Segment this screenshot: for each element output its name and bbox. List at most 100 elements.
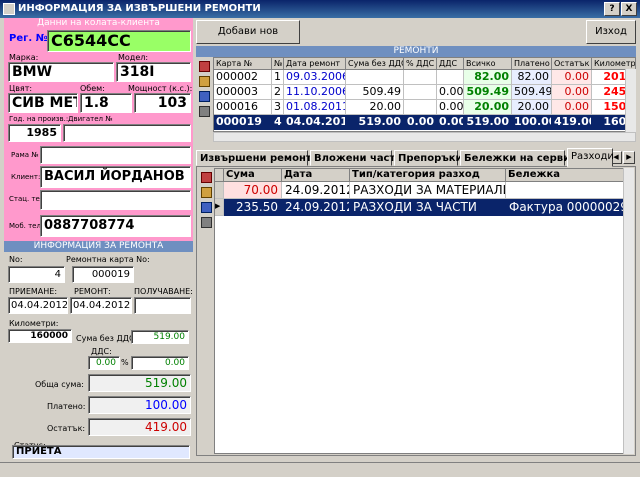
status-bar [0,462,640,477]
tab-scroll-right-icon[interactable]: ▶ [623,151,635,164]
print-expense-icon[interactable] [201,217,212,228]
repairs-cell: 000016 [214,100,272,115]
frame-field[interactable] [40,146,191,164]
exit-button[interactable]: Изход [586,20,636,44]
first-record-icon[interactable] [199,61,210,72]
copy-expense-icon[interactable] [201,187,212,198]
brand-field[interactable]: BMW [8,62,114,82]
rest-amount-field[interactable]: 419.00 [88,418,191,436]
repairs-scrollbar[interactable] [625,69,636,132]
expenses-cell: 235.50 [224,199,282,216]
repair-card-field[interactable]: 000019 [72,266,134,283]
repairs-hscrollbar[interactable] [213,132,636,142]
total-amount-field[interactable]: 519.00 [88,374,191,392]
vat-percent-field[interactable]: 0.00 [88,356,120,370]
net-label: Сума без ДДС: [76,334,138,343]
repairs-col-header[interactable]: Карта № [214,58,272,70]
repairs-cell: 0.00 [552,100,592,115]
repairs-table-row[interactable]: 000016 3 01.08.2011 20.00 0.00 20.00 20.00 0.00… [214,100,635,115]
repairs-col-header[interactable]: Сума без ДДС [346,58,404,70]
percent-sign: % [121,358,129,367]
repairs-table-row[interactable]: 000003 2 11.10.2006 509.49 0.00 509.49 509.49 0… [214,85,635,100]
repairs-header: РЕМОНТИ [196,46,636,57]
repairs-cell: 509.49 [464,85,512,100]
mobile-field[interactable]: 0887708774 [40,215,191,237]
client-section: Рег. № С6544СС Марка: Модел: BMW 318I Цв… [4,29,193,241]
volume-field[interactable]: 1.8 [80,93,132,113]
repairs-cell [346,70,404,85]
repairs-cell: 419.00 [552,115,592,130]
repairs-cell: 82.00 [512,70,552,85]
expenses-col-header[interactable]: Сума [224,169,282,182]
model-label: Модел: [118,53,149,62]
status-field[interactable]: ПРИЕТА [12,445,190,459]
expenses-cell: 70.00 [224,182,282,199]
close-window-button[interactable]: X [621,2,637,16]
power-field[interactable]: 103 [134,93,191,113]
expenses-cell: Фактура 0000002982 [506,199,633,216]
copy-record-icon[interactable] [199,76,210,87]
tab-4[interactable]: Бележки на сервиза [460,150,583,166]
expenses-col-header[interactable]: Дата [282,169,350,182]
tab-5[interactable]: Разходи [567,148,614,167]
help-button[interactable]: ? [604,2,620,16]
expenses-indicator-header [215,169,224,182]
repairs-table-row[interactable]: 000019404.04.2012519.000.000.00519.00100… [214,115,635,130]
phone-field[interactable] [40,190,191,210]
repairs-col-header[interactable]: Остатък [552,58,592,70]
tab-2[interactable]: Вложени части [310,150,402,166]
repairs-col-header[interactable]: Платено [512,58,552,70]
swap-record-icon[interactable] [199,91,210,102]
expenses-col-header[interactable]: Тип/категория разход [350,169,506,182]
add-repair-button[interactable]: Добави нов ремонт [196,20,300,59]
frame-label: Рама № [11,151,39,159]
repairs-table[interactable]: Карта № № Дата ремонт Сума без ДДС% ДДС ДДС В… [213,57,636,132]
repairs-col-header[interactable]: Всичко [464,58,512,70]
repairs-table-row[interactable]: 000002 1 09.03.2006 82.00 82.00 0.00 2010 [214,70,635,85]
client-name-label: Клиент: [11,173,41,181]
reg-number-field[interactable]: С6544СС [47,30,191,52]
repairs-cell [404,85,437,100]
tab-3[interactable]: Препоръки [394,150,463,166]
repair-no-field[interactable]: 4 [8,266,65,283]
repairs-cell: 04.04.2012 [284,115,346,130]
km-field[interactable]: 160000 [8,329,72,343]
paid-amount-field[interactable]: 100.00 [88,396,191,414]
swap-expense-icon[interactable] [201,202,212,213]
model-field[interactable]: 318I [116,62,191,82]
repairs-cell: 000019 [214,115,272,130]
year-label: Год. на произв.: [9,115,69,123]
repairs-col-header[interactable]: Дата ремонт [284,58,346,70]
repairs-col-header[interactable]: % ДДС [404,58,437,70]
expenses-cell [506,182,633,199]
repairs-col-header[interactable]: № [272,58,284,70]
repairs-cell: 509.49 [346,85,404,100]
expenses-table-row[interactable]: ▶ 235.50 24.09.2012 РАЗХОДИ ЗА ЧАСТИ Фактура… [215,199,633,216]
expenses-scrollbar[interactable] [623,168,634,454]
volume-label: Обем: [80,84,105,93]
year-field[interactable]: 1985 [8,124,61,142]
print-icon[interactable] [199,106,210,117]
date-repair-field[interactable]: 04.04.2012 [70,297,132,314]
date-out-field[interactable] [134,297,191,314]
expenses-table[interactable]: Сума Дата Тип/категория разход Бележка 70.0… [214,168,634,454]
net-amount-field[interactable]: 519.00 [131,330,189,344]
repairs-cell [437,70,464,85]
app-icon [3,3,15,15]
expenses-table-row[interactable]: 70.00 24.09.2012 РАЗХОДИ ЗА МАТЕРИАЛИ [215,182,633,199]
power-label: Мощност (к.с.): [128,84,193,93]
color-field[interactable]: СИВ МЕТ. [8,93,78,113]
row-indicator-icon [215,182,224,199]
vat-label: ДДС: [91,347,112,356]
repairs-cell: 0.00 [437,115,464,130]
client-name-field[interactable]: ВАСИЛ ЙОРДАНОВ [40,166,191,188]
first-expense-icon[interactable] [201,172,212,183]
tab-1[interactable]: Извършени ремонти [196,150,319,166]
repairs-cell [404,70,437,85]
expenses-cell: РАЗХОДИ ЗА МАТЕРИАЛИ [350,182,506,199]
date-in-field[interactable]: 04.04.2012 [8,297,68,314]
vat-amount-field[interactable]: 0.00 [131,356,189,370]
engine-field[interactable] [63,124,191,142]
repairs-col-header[interactable]: ДДС [437,58,464,70]
expenses-col-header[interactable]: Бележка [506,169,633,182]
